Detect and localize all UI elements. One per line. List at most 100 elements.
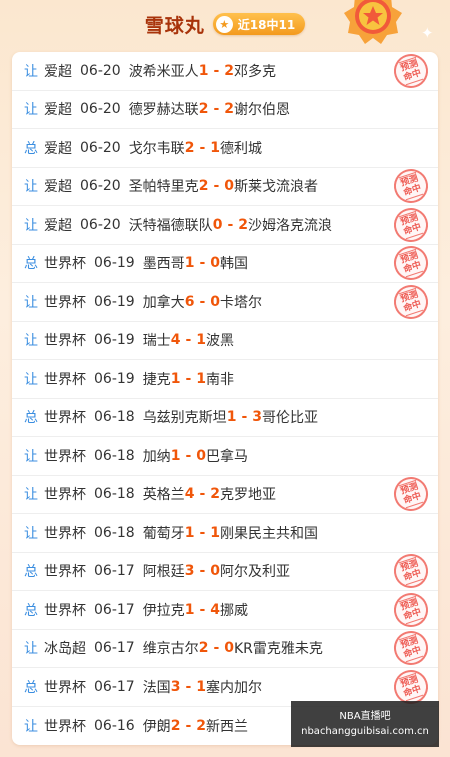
home-team: 维京古尔	[142, 641, 199, 658]
league-name: 世界杯	[44, 718, 86, 735]
away-team: 韩国	[220, 256, 248, 273]
watermark: NBA直播吧 nbachangguibisai.com.cn	[291, 701, 439, 747]
away-score: 0	[210, 563, 220, 580]
away-score: 0	[224, 178, 234, 195]
home-score: 3	[170, 678, 181, 695]
score-separator: -	[213, 62, 220, 79]
score-separator: -	[213, 101, 220, 118]
bet-type-tag: 让	[24, 718, 38, 735]
away-score: 2	[224, 62, 234, 79]
match-date: 06-18	[94, 524, 135, 541]
bet-type-tag: 让	[24, 333, 38, 350]
prediction-hit-stamp: 预测 命中	[389, 203, 433, 247]
away-team: 新西兰	[206, 718, 248, 735]
match-date: 06-20	[80, 101, 121, 118]
away-team: 波黑	[206, 333, 234, 350]
bet-type-tag: 总	[24, 410, 38, 427]
match-row[interactable]: 总世界杯 06-17 伊拉克 1-4 挪威 预测 命中	[12, 588, 438, 632]
match-row[interactable]: 让世界杯 06-19 瑞士 4-1 波黑	[12, 322, 438, 360]
home-team: 法国	[142, 679, 171, 696]
away-score: 2	[196, 717, 206, 734]
league-name: 世界杯	[44, 602, 86, 619]
away-score: 1	[196, 370, 206, 387]
match-row[interactable]: 让爱超 06-20 沃特福德联队 0-2 沙姆洛克流浪 预测 命中	[12, 203, 438, 247]
star-icon: ★	[215, 15, 233, 33]
home-score: 4	[170, 332, 181, 349]
away-team: 巴拿马	[206, 448, 248, 465]
match-date: 06-18	[94, 409, 135, 426]
league-name: 世界杯	[44, 564, 86, 581]
expert-name: 雪球丸	[144, 14, 205, 37]
home-score: 1	[184, 601, 195, 618]
away-team: 克罗地亚	[220, 487, 276, 504]
match-row[interactable]: 让爱超 06-20 波希米亚人 1-2 邓多克 预测 命中	[12, 52, 438, 93]
match-date: 06-19	[94, 293, 135, 310]
match-row[interactable]: 让爱超 06-20 德罗赫达联 2-2 谢尔伯恩	[12, 91, 438, 129]
score-separator: -	[213, 178, 220, 195]
score-separator: -	[185, 678, 192, 695]
match-row[interactable]: 让爱超 06-20 圣帕特里克 2-0 斯莱戈流浪者 预测 命中	[12, 164, 438, 208]
home-team: 伊朗	[142, 718, 171, 735]
match-row[interactable]: 让世界杯 06-19 加拿大 6-0 卡塔尔 预测 命中	[12, 280, 438, 324]
away-score: 0	[224, 640, 234, 657]
bet-type-tag: 总	[24, 256, 38, 273]
home-team: 加拿大	[142, 294, 185, 311]
score-separator: -	[199, 524, 206, 541]
match-row[interactable]: 总世界杯 06-19 墨西哥 1-0 韩国 预测 命中	[12, 241, 438, 285]
league-name: 世界杯	[44, 294, 86, 311]
match-row[interactable]: 让世界杯 06-18 加纳 1-0 巴拿马	[12, 437, 438, 476]
match-row[interactable]: 总世界杯 06-18 乌兹别克斯坦 1-3 哥伦比亚	[12, 399, 438, 437]
league-name: 世界杯	[44, 333, 86, 350]
match-row[interactable]: 让世界杯 06-19 捷克 1-1 南非	[12, 360, 438, 399]
score-separator: -	[199, 601, 206, 618]
away-score: 0	[196, 447, 206, 464]
home-score: 6	[184, 293, 195, 310]
score-separator: -	[199, 255, 206, 272]
home-team: 捷克	[142, 371, 171, 388]
score-separator: -	[185, 447, 192, 464]
home-score: 1	[184, 524, 195, 541]
league-name: 世界杯	[44, 525, 86, 542]
match-date: 06-17	[94, 563, 135, 580]
match-row[interactable]: 总爱超 06-20 戈尔韦联 2-1 德利城	[12, 129, 438, 168]
prediction-hit-stamp: 预测 命中	[389, 588, 433, 632]
away-team: 卡塔尔	[220, 294, 262, 311]
match-row[interactable]: 总世界杯 06-17 阿根廷 3-0 阿尔及利亚 预测 命中	[12, 549, 438, 593]
match-date: 06-16	[94, 717, 135, 734]
away-score: 2	[238, 216, 248, 233]
score-separator: -	[199, 293, 206, 310]
match-date: 06-18	[94, 447, 135, 464]
match-date: 06-20	[80, 139, 121, 156]
away-team: 塞内加尔	[206, 679, 262, 696]
league-name: 冰岛超	[44, 641, 86, 658]
home-team: 葡萄牙	[142, 525, 185, 542]
match-row[interactable]: 让世界杯 06-18 英格兰 4-2 克罗地亚 预测 命中	[12, 472, 438, 516]
bet-type-tag: 总	[24, 564, 38, 581]
match-date: 06-18	[94, 486, 135, 503]
score-separator: -	[185, 370, 192, 387]
record-badge: ★ 近18中11	[212, 13, 306, 35]
league-name: 世界杯	[44, 371, 86, 388]
away-team: 哥伦比亚	[262, 410, 318, 427]
away-team: 斯莱戈流浪者	[234, 179, 318, 196]
match-row[interactable]: 让世界杯 06-18 葡萄牙 1-1 刚果民主共和国	[12, 514, 438, 553]
away-score: 0	[210, 255, 220, 272]
match-row[interactable]: 让冰岛超 06-17 维京古尔 2-0 KR雷克雅未克 预测 命中	[12, 626, 438, 670]
bet-type-tag: 让	[24, 294, 38, 311]
home-team: 波希米亚人	[128, 63, 199, 80]
league-name: 世界杯	[44, 448, 86, 465]
league-name: 爱超	[44, 140, 72, 157]
bet-type-tag: 总	[24, 140, 38, 157]
prediction-hit-stamp: 预测 命中	[389, 280, 433, 324]
match-date: 06-20	[80, 178, 121, 195]
score-separator: -	[227, 216, 234, 233]
prediction-hit-stamp: 预测 命中	[389, 626, 433, 670]
away-score: 2	[210, 486, 220, 503]
prediction-hit-stamp: 预测 命中	[389, 52, 433, 93]
home-team: 乌兹别克斯坦	[142, 410, 227, 427]
bet-type-tag: 让	[24, 448, 38, 465]
prediction-hit-stamp: 预测 命中	[389, 164, 433, 208]
record-badge-label: 近18中11	[237, 17, 296, 32]
match-date: 06-19	[94, 255, 135, 272]
home-score: 0	[212, 216, 223, 233]
